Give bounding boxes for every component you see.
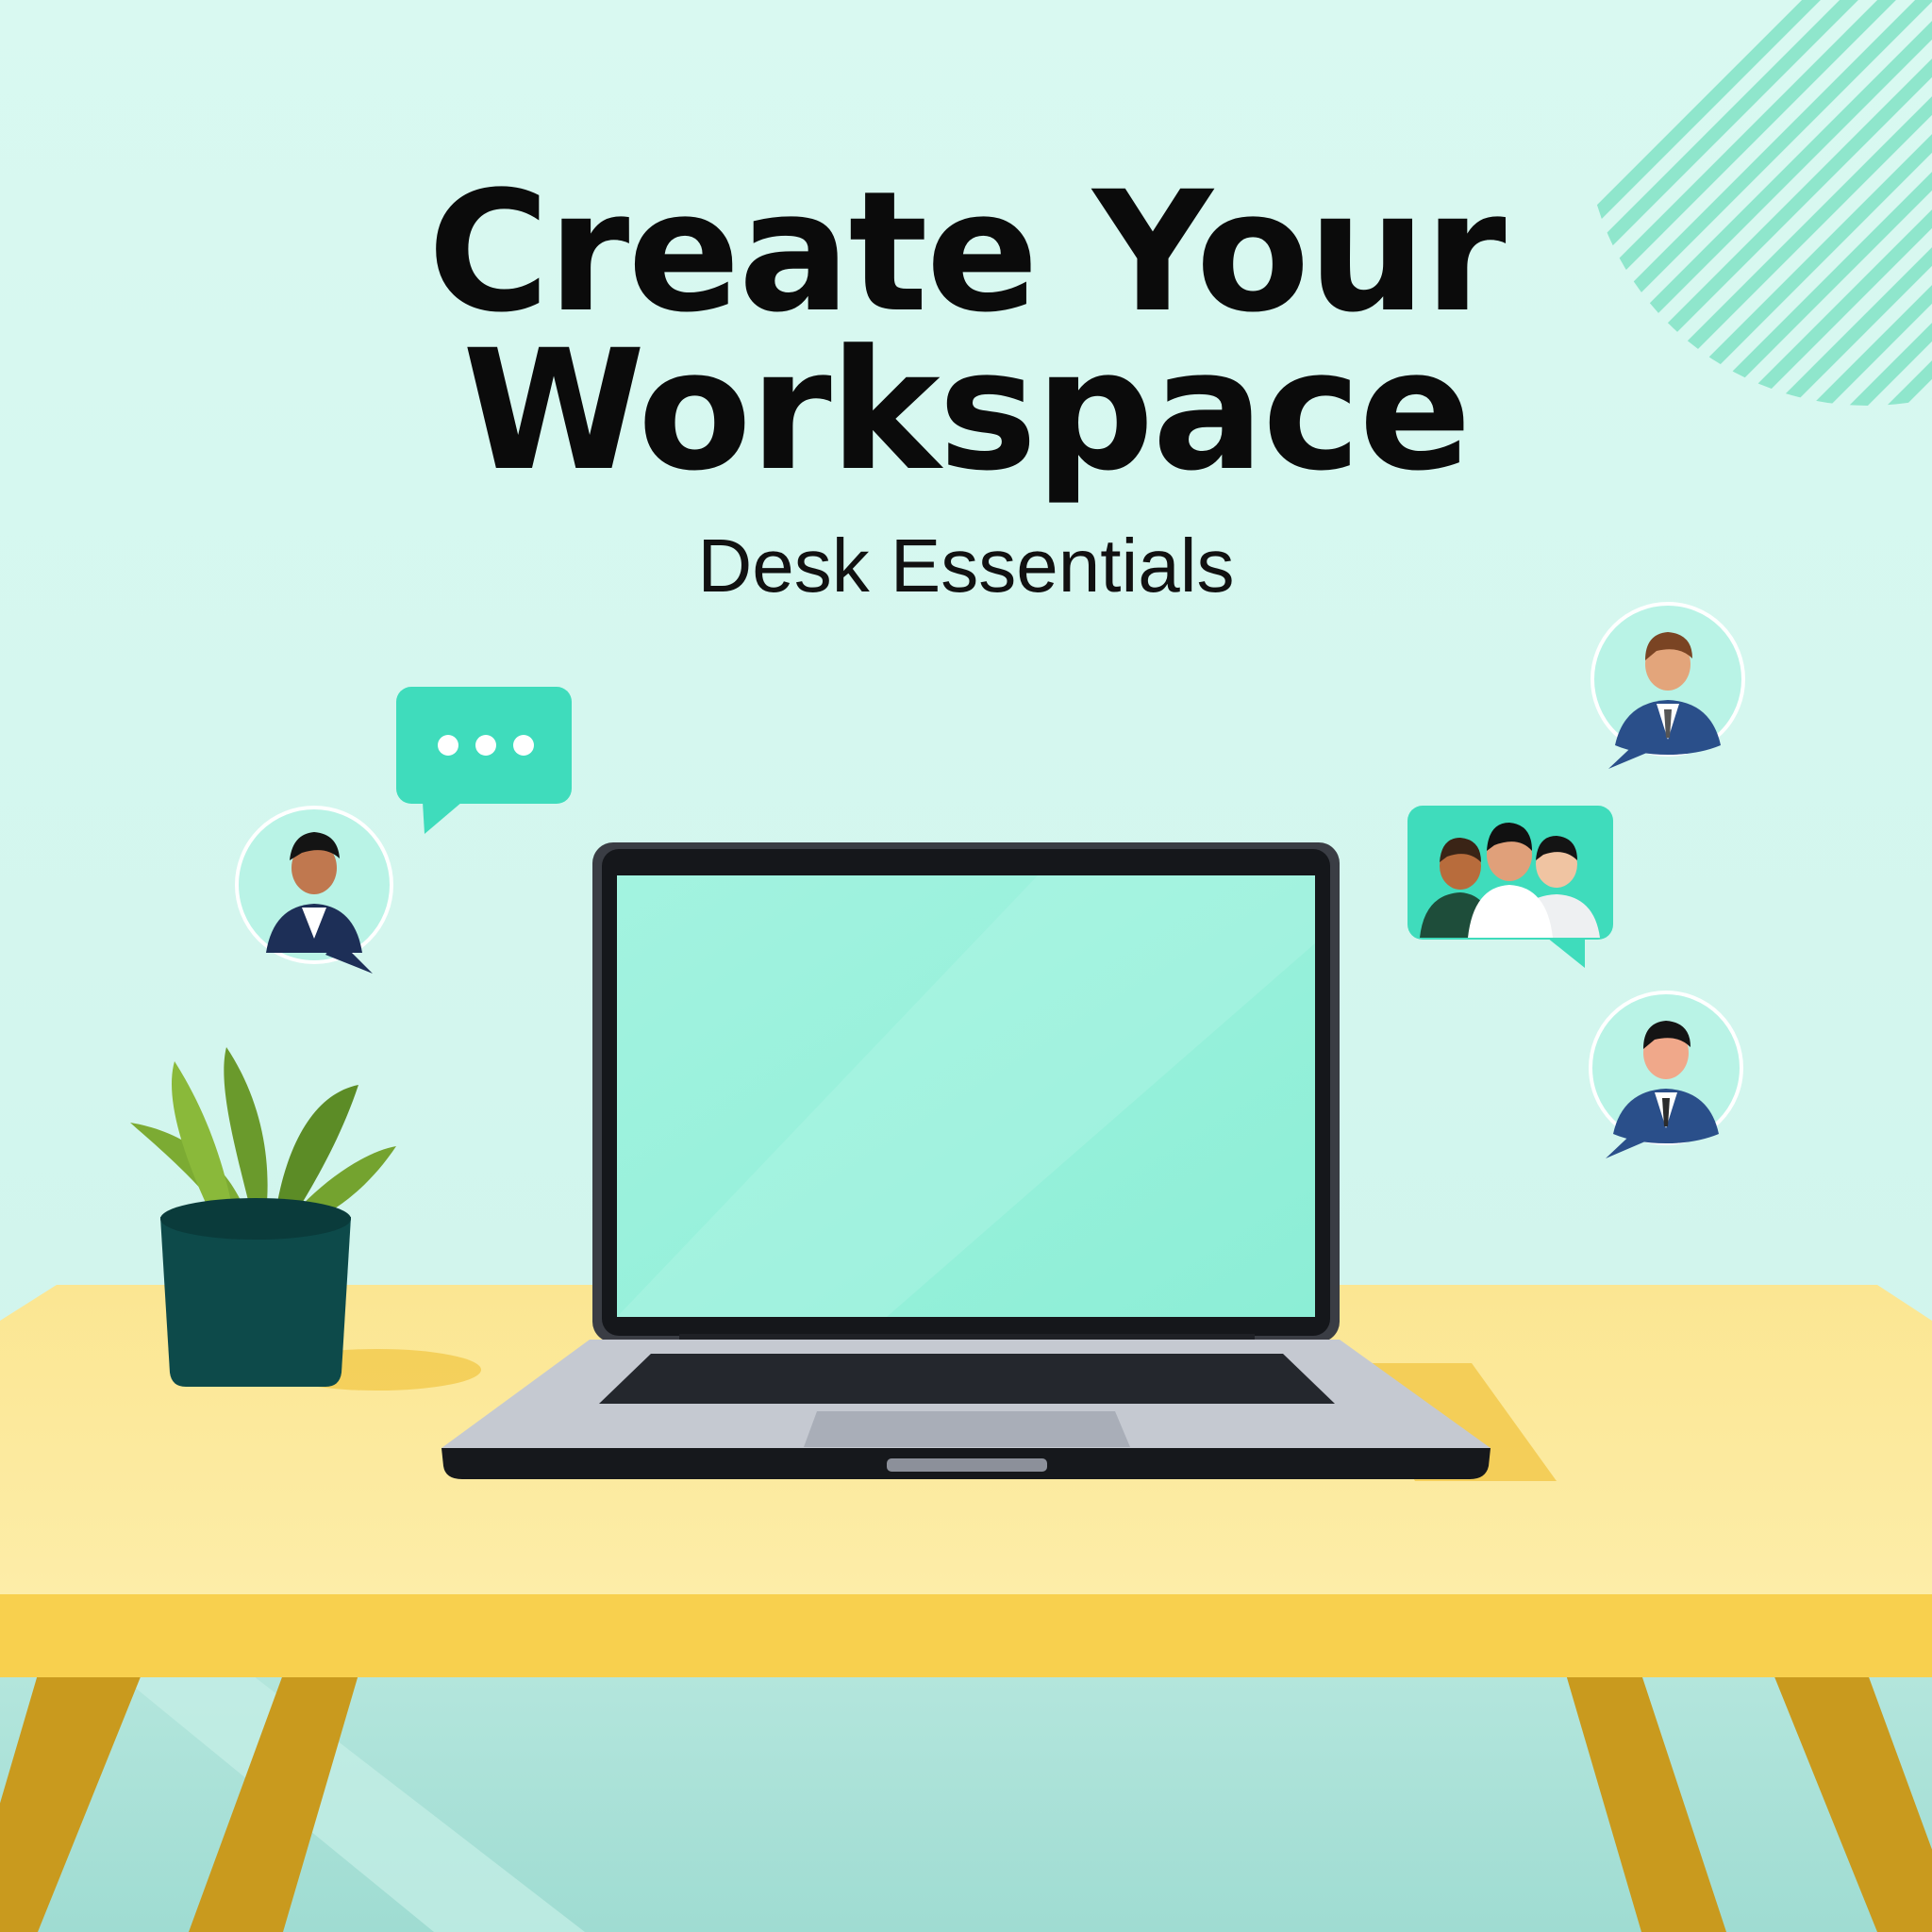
person-avatar-icon-bottom-right — [1589, 991, 1743, 1158]
subtitle: Desk Essentials — [697, 524, 1235, 608]
laptop-keyboard — [599, 1354, 1335, 1404]
headline-line-2: Workspace — [462, 314, 1472, 508]
person-avatar-icon-left — [235, 806, 393, 974]
laptop-trackpad — [804, 1411, 1130, 1447]
workspace-illustration: Create Your Workspace Desk Essentials — [0, 0, 1932, 1932]
laptop — [441, 842, 1557, 1481]
team-group-icon — [1407, 806, 1613, 968]
desk-edge — [0, 1594, 1932, 1677]
chat-bubble-icon — [396, 687, 572, 834]
person-avatar-icon-top-right — [1591, 602, 1745, 769]
